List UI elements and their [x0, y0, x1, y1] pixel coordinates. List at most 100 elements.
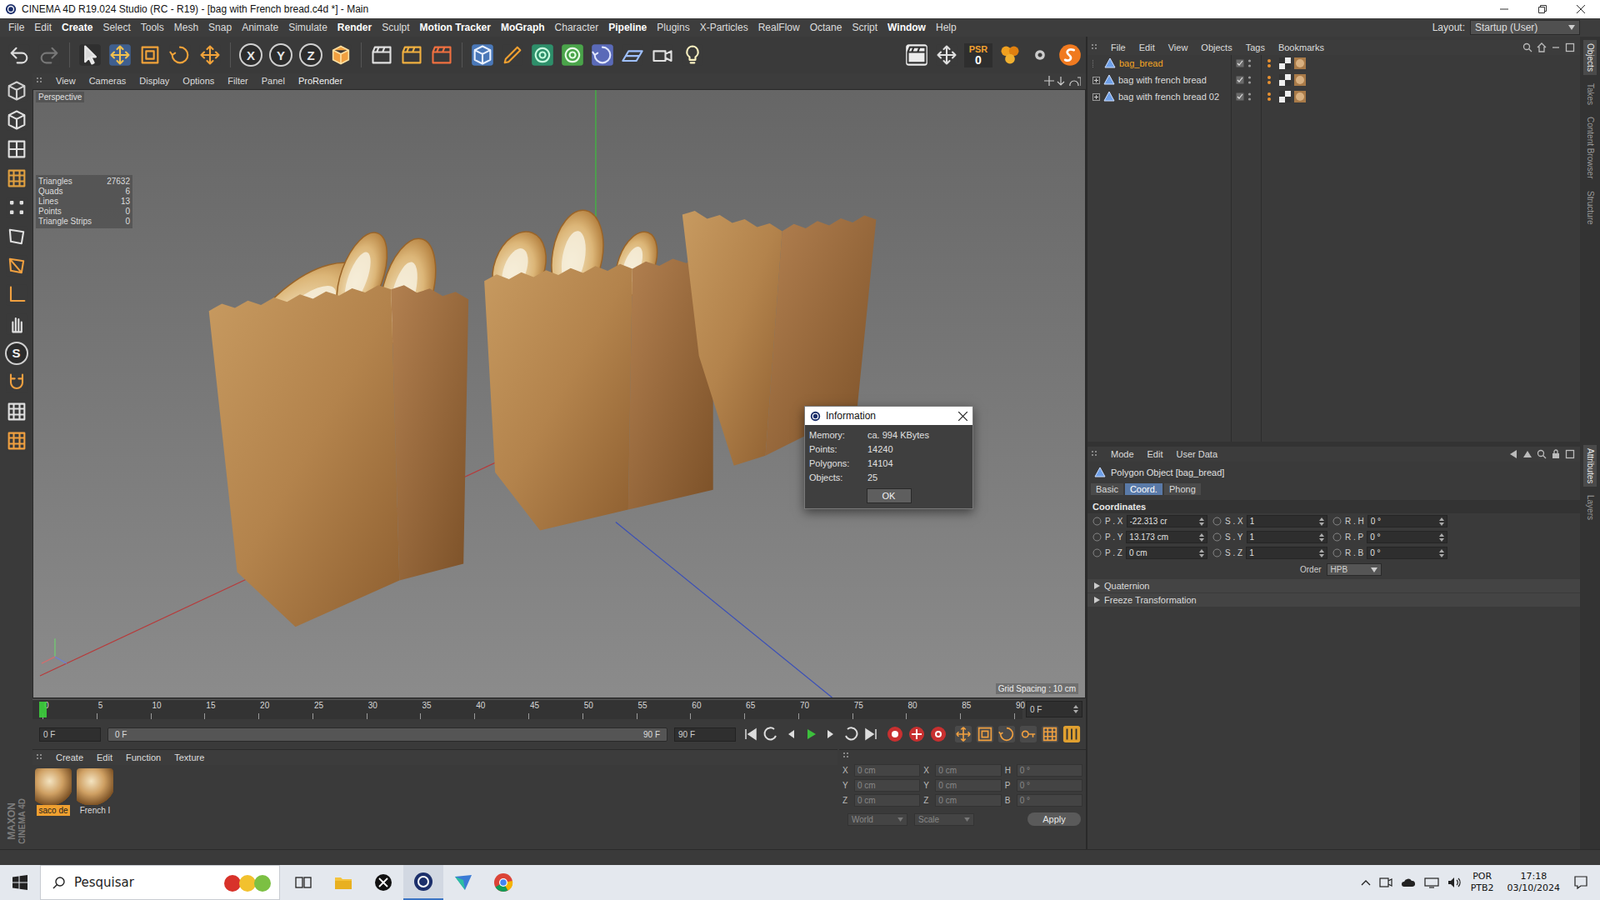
rotate-button[interactable]	[167, 41, 193, 69]
substance-button[interactable]	[1057, 41, 1083, 69]
end-frame-field[interactable]: 90 F	[674, 727, 736, 742]
menu-item[interactable]: File	[3, 21, 30, 34]
spinner-icon[interactable]	[1439, 533, 1445, 542]
position-field[interactable]: 0 cm	[854, 794, 920, 807]
file-explorer-button[interactable]	[323, 865, 364, 900]
object-menu-item[interactable]: View	[1161, 42, 1195, 53]
viewport-menu-item[interactable]: ProRender	[291, 75, 350, 86]
animation-radio-icon[interactable]	[1212, 532, 1222, 542]
spinner-icon[interactable]	[1439, 517, 1445, 526]
previous-key-icon[interactable]	[762, 725, 780, 743]
download-button[interactable]	[934, 41, 960, 69]
settings-button[interactable]	[1027, 41, 1053, 69]
size-field[interactable]: 0 cm	[935, 764, 1001, 777]
meet-icon[interactable]	[1379, 876, 1393, 889]
render-picture-button[interactable]	[399, 41, 425, 69]
object-row[interactable]: bag with french bread	[1087, 71, 1580, 89]
record-icon[interactable]	[885, 725, 905, 744]
menu-item[interactable]: Edit	[29, 21, 57, 34]
redo-button[interactable]	[36, 41, 62, 69]
menu-item[interactable]: Select	[97, 21, 135, 34]
keyframe-selection-icon[interactable]	[929, 725, 948, 744]
start-button[interactable]	[0, 865, 40, 900]
render-farm-button[interactable]	[997, 41, 1023, 69]
axis-lock-button[interactable]: Y	[269, 43, 293, 67]
tweak-mode-button[interactable]	[2, 310, 31, 338]
material-menu-item[interactable]: Function	[119, 752, 168, 763]
ok-button[interactable]: OK	[866, 488, 912, 504]
value-input[interactable]: 1	[1246, 530, 1329, 544]
coordinate-system-button[interactable]	[328, 41, 354, 69]
taskbar-search[interactable]: Pesquisar	[40, 865, 280, 900]
axis-lock-button[interactable]: X	[239, 43, 263, 67]
play-icon[interactable]	[802, 725, 820, 743]
animation-radio-icon[interactable]	[1092, 548, 1102, 558]
rotation-field[interactable]: 0 °	[1016, 779, 1083, 792]
side-tab[interactable]: Layers	[1583, 491, 1597, 524]
key-track-icon[interactable]	[975, 725, 995, 744]
clock[interactable]: 17:18 03/10/2024	[1502, 870, 1565, 895]
next-key-icon[interactable]	[842, 725, 860, 743]
spinner-icon[interactable]	[1319, 517, 1325, 526]
pen-button[interactable]	[500, 41, 525, 69]
grid-rotate-button[interactable]	[2, 426, 31, 455]
side-tab[interactable]: Attributes	[1583, 445, 1597, 487]
show-hidden-icon[interactable]	[1360, 879, 1371, 886]
visibility-toggle[interactable]	[1230, 75, 1261, 85]
grid-lock-button[interactable]	[2, 397, 31, 425]
attribute-tab[interactable]: Phong	[1164, 483, 1201, 495]
key-track-icon[interactable]	[1040, 725, 1060, 744]
search-icon[interactable]	[1522, 42, 1533, 53]
menu-item[interactable]: X-Particles	[695, 21, 754, 34]
object-menu-item[interactable]: Tags	[1239, 42, 1272, 53]
next-frame-icon[interactable]	[822, 725, 840, 743]
camera-button[interactable]	[650, 41, 675, 69]
cloner-button[interactable]	[560, 41, 585, 69]
material-item[interactable]: French I	[75, 768, 115, 816]
animation-radio-icon[interactable]	[1332, 516, 1342, 526]
menu-item[interactable]: MoGraph	[495, 21, 550, 34]
chrome-button[interactable]	[483, 865, 524, 900]
volume-icon[interactable]	[1447, 876, 1463, 889]
expand-toggle-icon[interactable]	[1092, 76, 1100, 85]
playhead[interactable]	[39, 701, 47, 718]
undo-button[interactable]	[6, 41, 32, 69]
notifications-icon[interactable]	[1573, 875, 1589, 890]
axis-lock-button[interactable]: Z	[299, 43, 323, 67]
material-tag-icon[interactable]	[1294, 90, 1306, 103]
side-tab[interactable]: Objects	[1583, 40, 1597, 75]
attribute-tab[interactable]: Coord.	[1125, 483, 1163, 495]
material-item[interactable]: saco de	[34, 768, 73, 816]
menu-item[interactable]: Window	[882, 21, 931, 34]
render-settings-button[interactable]	[429, 41, 455, 69]
move-button[interactable]	[107, 41, 133, 69]
rotation-field[interactable]: 0 °	[1016, 794, 1083, 807]
uvw-tag-icon[interactable]	[1279, 90, 1291, 103]
collapsed-group[interactable]: Quaternion	[1087, 579, 1580, 593]
menu-item[interactable]: Sculpt	[376, 21, 415, 34]
up-icon[interactable]	[1522, 449, 1533, 460]
menu-item[interactable]: Help	[930, 21, 962, 34]
menu-item[interactable]: Script	[846, 21, 883, 34]
viewport-navigation-icon[interactable]	[1044, 75, 1081, 86]
object-row[interactable]: bag_bread	[1087, 55, 1580, 72]
value-input[interactable]: -22.313 cr	[1126, 515, 1209, 528]
attribute-menu-item[interactable]: Edit	[1140, 449, 1170, 460]
attribute-menu-item[interactable]: User Data	[1170, 449, 1225, 460]
key-track-icon[interactable]	[997, 725, 1016, 744]
viewport-menu-item[interactable]: Filter	[220, 75, 255, 86]
viewport-menu-item[interactable]: View	[49, 75, 83, 86]
key-track-icon[interactable]	[954, 725, 973, 744]
material-menu-item[interactable]: Texture	[167, 752, 211, 763]
size-field[interactable]: 0 cm	[935, 779, 1001, 792]
model-mode-button[interactable]	[2, 105, 31, 134]
position-field[interactable]: 0 cm	[854, 764, 920, 777]
menu-item[interactable]: Mesh	[169, 21, 204, 34]
menu-item[interactable]: Simulate	[283, 21, 333, 34]
magnet-button[interactable]	[2, 368, 31, 396]
app-button[interactable]	[443, 865, 484, 900]
menu-item[interactable]: RealFlow	[753, 21, 805, 34]
side-tab[interactable]: Content Browser	[1583, 113, 1597, 182]
cube-button[interactable]	[470, 41, 495, 69]
attribute-tab[interactable]: Basic	[1090, 483, 1124, 495]
